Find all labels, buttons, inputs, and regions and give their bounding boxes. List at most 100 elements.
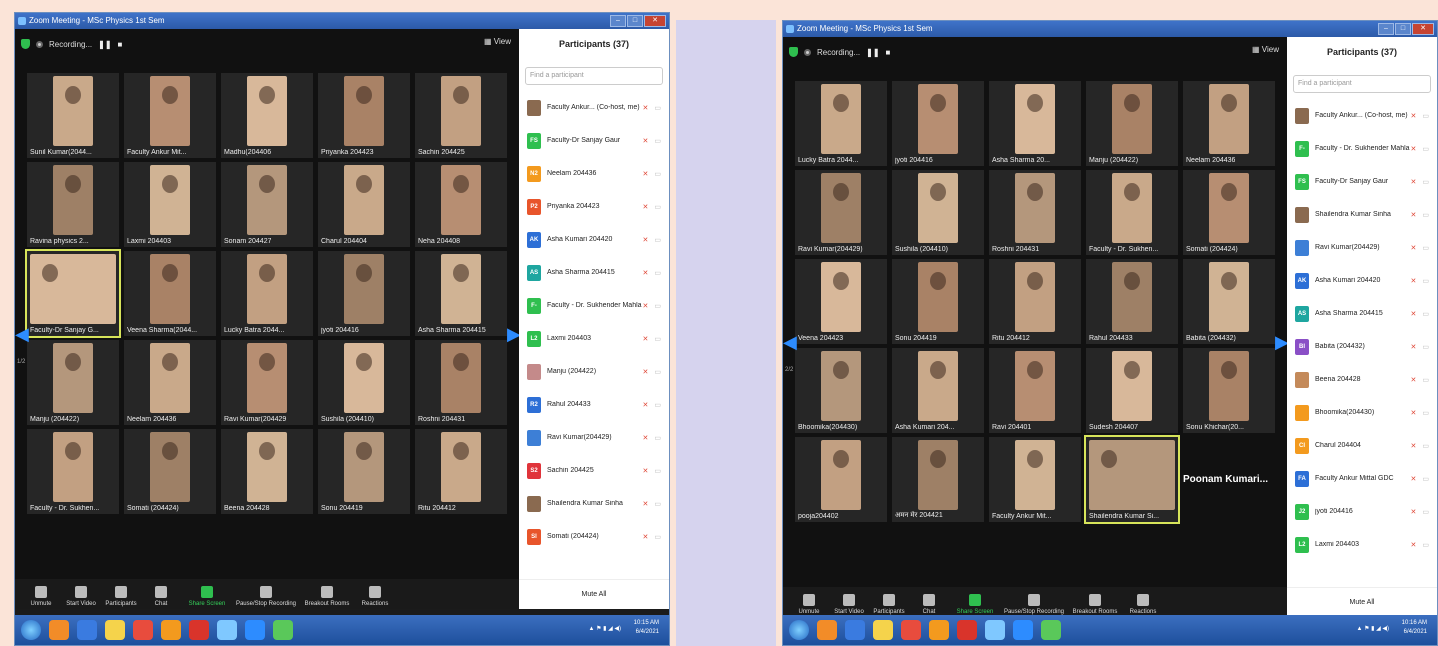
participant-tile[interactable]: Faculty - Dr. Sukhen... bbox=[27, 429, 119, 514]
toolbar-share-screen-button[interactable]: Share Screen bbox=[181, 586, 233, 607]
file-explorer-icon[interactable] bbox=[105, 620, 125, 640]
participant-tile[interactable]: Laxmi 204403 bbox=[124, 162, 216, 247]
toolbar-chat-button[interactable]: Chat bbox=[141, 586, 181, 607]
stop-recording-icon[interactable]: ■ bbox=[886, 48, 891, 57]
participant-tile[interactable]: अमन मेर 204421 bbox=[892, 437, 984, 522]
participant-tile[interactable]: Roshni 204431 bbox=[415, 340, 507, 425]
participant-row[interactable]: BI Babita (204432) ✕ ▭ bbox=[1287, 330, 1437, 363]
participant-tile[interactable]: Sushila (204410) bbox=[892, 170, 984, 255]
participant-tile[interactable]: jyoti 204416 bbox=[892, 81, 984, 166]
participant-tile[interactable]: Lucky Batra 2044... bbox=[795, 81, 887, 166]
participant-tile[interactable]: Sunil Kumar(2044... bbox=[27, 73, 119, 158]
participant-search-input[interactable]: Find a participant bbox=[525, 67, 663, 85]
participant-row[interactable]: FS Faculty-Dr Sanjay Gaur ✕ ▭ bbox=[1287, 165, 1437, 198]
participant-tile[interactable]: Ravi Kumar(204429 bbox=[221, 340, 313, 425]
opera-icon[interactable] bbox=[189, 620, 209, 640]
participant-tile[interactable]: Asha Sharma 20... bbox=[989, 81, 1081, 166]
previous-page-arrow-icon[interactable]: ◀ bbox=[15, 319, 29, 349]
participant-tile[interactable]: Ravi 204401 bbox=[989, 348, 1081, 433]
participant-row[interactable]: F- Faculty - Dr. Sukhender Mahla ... ✕ ▭ bbox=[519, 289, 669, 322]
participant-tile[interactable]: Sonu 204419 bbox=[892, 259, 984, 344]
participant-row[interactable]: L2 Laxmi 204403 ✕ ▭ bbox=[1287, 528, 1437, 561]
participant-row[interactable]: Faculty Ankur... (Co-host, me) ✕ ▭ bbox=[1287, 99, 1437, 132]
participant-row[interactable]: CI Charul 204404 ✕ ▭ bbox=[1287, 429, 1437, 462]
next-page-arrow-icon[interactable]: ▶ bbox=[1275, 327, 1289, 357]
participant-row[interactable]: L2 Laxmi 204403 ✕ ▭ bbox=[519, 322, 669, 355]
participant-row[interactable]: N2 Neelam 204436 ✕ ▭ bbox=[519, 157, 669, 190]
participant-row[interactable]: Bhoomika(204430) ✕ ▭ bbox=[1287, 396, 1437, 429]
participant-tile[interactable]: Neelam 204436 bbox=[124, 340, 216, 425]
participant-row[interactable]: SI Somati (204424) ✕ ▭ bbox=[519, 520, 669, 553]
toolbar-reactions-button[interactable]: Reactions bbox=[1123, 594, 1163, 615]
participant-row[interactable]: P2 Priyanka 204423 ✕ ▭ bbox=[519, 190, 669, 223]
participant-tile[interactable]: Veena Sharma(2044... bbox=[124, 251, 216, 336]
previous-page-arrow-icon[interactable]: ◀ bbox=[783, 327, 797, 357]
mute-all-button[interactable]: Mute All bbox=[1287, 587, 1437, 617]
participant-tile[interactable]: Babita (204432) bbox=[1183, 259, 1275, 344]
globe-icon[interactable] bbox=[273, 620, 293, 640]
participant-tile[interactable]: Faculty Ankur Mit... bbox=[124, 73, 216, 158]
start-button-icon[interactable] bbox=[21, 620, 41, 640]
participant-tile[interactable]: Asha Sharma 204415 bbox=[415, 251, 507, 336]
browser-icon[interactable] bbox=[77, 620, 97, 640]
toolbar-unmute-button[interactable]: Unmute bbox=[21, 586, 61, 607]
pause-recording-icon[interactable]: ❚❚ bbox=[98, 40, 111, 49]
stop-recording-icon[interactable]: ■ bbox=[118, 40, 123, 49]
participant-tile[interactable]: Bhoomika(204430) bbox=[795, 348, 887, 433]
participant-row[interactable]: Shailendra Kumar Sinha ✕ ▭ bbox=[1287, 198, 1437, 231]
participant-row[interactable]: J2 jyoti 204416 ✕ ▭ bbox=[1287, 495, 1437, 528]
participant-tile[interactable]: Poonam Kumari... bbox=[1183, 437, 1275, 522]
participant-row[interactable]: Ravi Kumar(204429) ✕ ▭ bbox=[1287, 231, 1437, 264]
participant-tile[interactable]: Neelam 204436 bbox=[1183, 81, 1275, 166]
maximize-button[interactable]: □ bbox=[627, 15, 643, 27]
participant-tile[interactable]: Somati (204424) bbox=[1183, 170, 1275, 255]
participant-row[interactable]: FS Faculty-Dr Sanjay Gaur ✕ ▭ bbox=[519, 124, 669, 157]
toolbar-start-video-button[interactable]: Start Video bbox=[61, 586, 101, 607]
participant-row[interactable]: AS Asha Sharma 204415 ✕ ▭ bbox=[519, 256, 669, 289]
close-button[interactable]: ✕ bbox=[1412, 23, 1434, 35]
participant-tile[interactable]: Ravi Kumar(204429) bbox=[795, 170, 887, 255]
toolbar-participants-button[interactable]: Participants bbox=[101, 586, 141, 607]
participant-row[interactable]: Faculty Ankur... (Co-host, me) ✕ ▭ bbox=[519, 91, 669, 124]
view-button[interactable]: ▦ View bbox=[484, 37, 511, 46]
firefox-icon[interactable] bbox=[929, 620, 949, 640]
browser-icon[interactable] bbox=[845, 620, 865, 640]
participant-tile[interactable]: Shailendra Kumar Si... bbox=[1084, 435, 1180, 524]
participant-tile[interactable]: Faculty Ankur Mit... bbox=[989, 437, 1081, 522]
participant-row[interactable]: Manju (204422) ✕ ▭ bbox=[519, 355, 669, 388]
participant-tile[interactable]: Madhu(204406 bbox=[221, 73, 313, 158]
participant-tile[interactable]: Faculty - Dr. Sukhen... bbox=[1086, 170, 1178, 255]
participant-tile[interactable]: Veena 204423 bbox=[795, 259, 887, 344]
app-icon[interactable] bbox=[217, 620, 237, 640]
chrome-icon[interactable] bbox=[901, 620, 921, 640]
toolbar-share-screen-button[interactable]: Share Screen bbox=[949, 594, 1001, 615]
participant-tile[interactable]: Ravina physics 2... bbox=[27, 162, 119, 247]
toolbar-pause-stop-recording-button[interactable]: Pause/Stop Recording bbox=[1001, 594, 1067, 615]
next-page-arrow-icon[interactable]: ▶ bbox=[507, 319, 521, 349]
toolbar-unmute-button[interactable]: Unmute bbox=[789, 594, 829, 615]
view-button[interactable]: ▦ View bbox=[1252, 45, 1279, 54]
toolbar-pause-stop-recording-button[interactable]: Pause/Stop Recording bbox=[233, 586, 299, 607]
participant-tile[interactable]: jyoti 204416 bbox=[318, 251, 410, 336]
media-player-icon[interactable] bbox=[49, 620, 69, 640]
start-button-icon[interactable] bbox=[789, 620, 809, 640]
participant-tile[interactable]: Manju (204422) bbox=[27, 340, 119, 425]
security-shield-icon[interactable] bbox=[21, 39, 30, 49]
minimize-button[interactable]: – bbox=[610, 15, 626, 27]
participant-tile[interactable]: Asha Kumari 204... bbox=[892, 348, 984, 433]
participant-tile[interactable]: Roshni 204431 bbox=[989, 170, 1081, 255]
participant-tile[interactable]: Sonu 204419 bbox=[318, 429, 410, 514]
globe-icon[interactable] bbox=[1041, 620, 1061, 640]
participant-tile[interactable]: Faculty-Dr Sanjay G... bbox=[25, 249, 121, 338]
maximize-button[interactable]: □ bbox=[1395, 23, 1411, 35]
toolbar-reactions-button[interactable]: Reactions bbox=[355, 586, 395, 607]
zoom-taskbar-icon[interactable] bbox=[1013, 620, 1033, 640]
participant-row[interactable]: Ravi Kumar(204429) ✕ ▭ bbox=[519, 421, 669, 454]
participant-tile[interactable]: Ritu 204412 bbox=[415, 429, 507, 514]
minimize-button[interactable]: – bbox=[1378, 23, 1394, 35]
participant-row[interactable]: AS Asha Sharma 204415 ✕ ▭ bbox=[1287, 297, 1437, 330]
participant-tile[interactable]: Priyanka 204423 bbox=[318, 73, 410, 158]
toolbar-breakout-rooms-button[interactable]: Breakout Rooms bbox=[299, 586, 355, 607]
participant-row[interactable]: AK Asha Kumari 204420 ✕ ▭ bbox=[1287, 264, 1437, 297]
participant-tile[interactable]: Sachin 204425 bbox=[415, 73, 507, 158]
